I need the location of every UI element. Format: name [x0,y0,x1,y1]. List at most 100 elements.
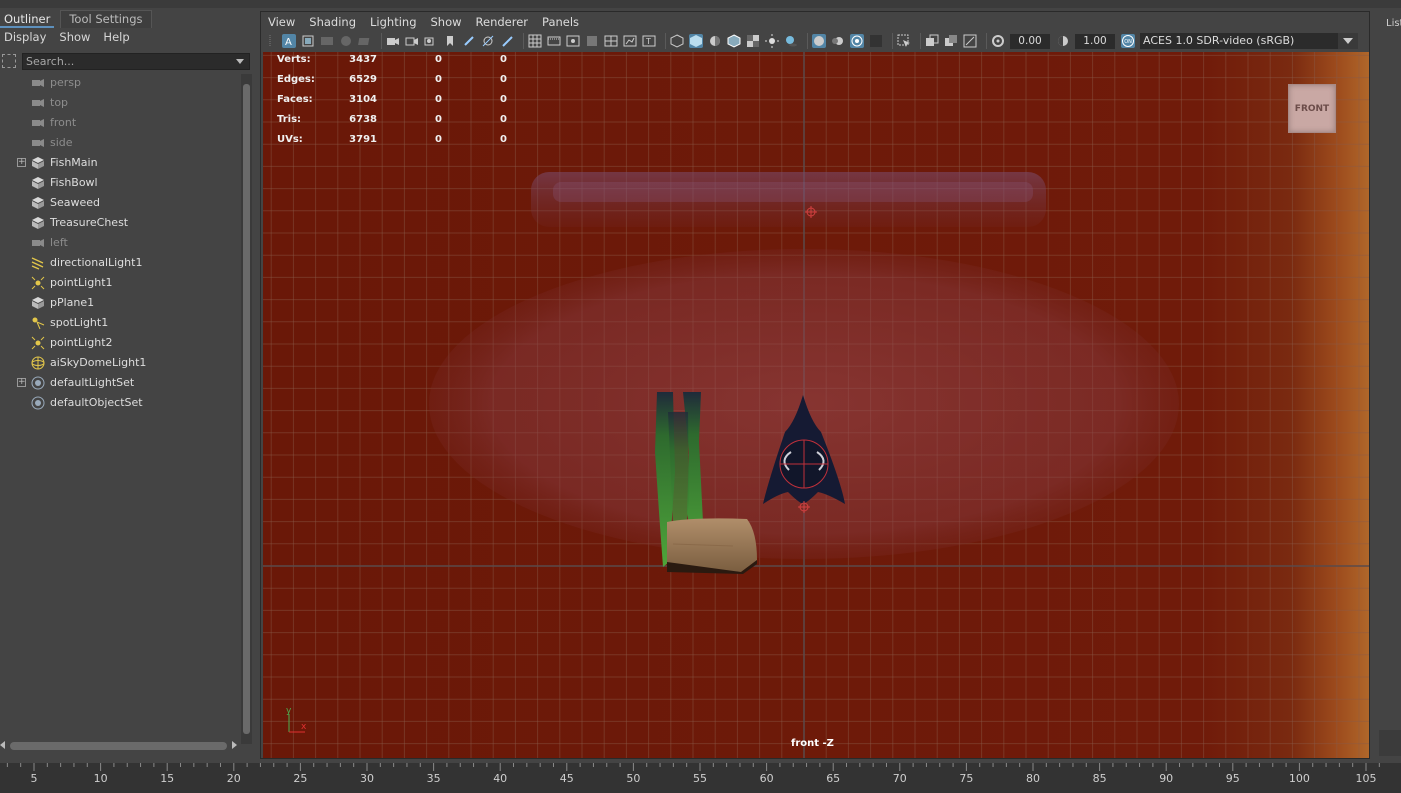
outliner-item-persp[interactable]: persp [0,73,240,93]
camera-attributes-icon[interactable] [386,34,400,48]
outliner-panel: Outliner Tool Settings Display Show Help… [0,8,256,760]
menu-panels[interactable]: Panels [535,13,586,31]
outliner-item-left[interactable]: left [0,233,240,253]
film-gate-icon[interactable] [339,34,353,48]
transform-icon [30,215,46,231]
field-chart-icon[interactable] [604,34,618,48]
multisample-aa-icon[interactable] [850,34,864,48]
safe-action-icon[interactable] [623,34,637,48]
textured-icon[interactable] [746,34,760,48]
shadows-icon[interactable] [784,34,798,48]
search-input[interactable] [22,53,250,70]
scrollbar-thumb[interactable] [10,742,227,750]
menu-show[interactable]: Show [424,13,469,31]
menu-display[interactable]: Display [0,30,50,46]
hud-value: 0 [435,54,442,65]
outliner-item-top[interactable]: top [0,93,240,113]
use-all-lights-icon[interactable] [765,34,779,48]
gamma-icon[interactable] [1056,34,1070,48]
motion-blur-icon[interactable] [831,34,845,48]
gate-mask-icon[interactable] [320,34,334,48]
film-gate-toggle-icon[interactable] [547,34,561,48]
viewport-3d[interactable]: Verts: 3437 0 0 Edges: 6529 0 0 Faces: 3104 0 0 Tris… [263,52,1369,758]
outliner-horizontal-scrollbar[interactable] [0,740,240,751]
resolution-gate-icon[interactable] [358,34,372,48]
menu-help[interactable]: Help [99,30,133,46]
time-slider[interactable]: 5 10 15 20 25 30 35 40 45 50 55 60 65 70 75 80 85 90 95 100… [0,763,1401,793]
paint-icon[interactable] [500,34,514,48]
xray-active-components-icon[interactable] [963,34,977,48]
hud-value: 3104 [349,94,377,105]
image-plane-icon[interactable] [424,34,438,48]
xray-toggle-icon[interactable] [925,34,939,48]
default-material-icon[interactable] [708,34,722,48]
resolution-gate-toggle-icon[interactable] [566,34,580,48]
xray-icon[interactable] [481,34,495,48]
camera-icon [30,95,46,111]
grip-icon [263,34,277,48]
outliner-item-pointlight1[interactable]: pointLight1 [0,273,240,293]
search-options-chevron-icon[interactable] [236,59,244,64]
hud-value: 0 [500,74,507,85]
scrollbar-thumb[interactable] [243,84,250,734]
filter-icon[interactable] [2,54,16,68]
outliner-item-label: directionalLight1 [50,256,143,269]
depth-of-field-icon[interactable] [869,34,883,48]
gamma-field[interactable]: 1.00 [1075,33,1115,49]
menu-shading[interactable]: Shading [302,13,363,31]
menu-show[interactable]: Show [55,30,94,46]
tab-outliner[interactable]: Outliner [0,10,55,28]
screen-space-ao-icon[interactable] [812,34,826,48]
toolbar-separator [920,33,921,49]
view-transform-select[interactable]: ACES 1.0 SDR-video (sRGB) [1140,33,1338,49]
outliner-item-spotlight1[interactable]: spotLight1 [0,313,240,333]
outliner-item-label: left [50,236,68,249]
bookmark-camera-icon[interactable] [405,34,419,48]
tab-tool-settings[interactable]: Tool Settings [60,10,152,28]
outliner-item-side[interactable]: side [0,133,240,153]
smooth-shade-icon[interactable] [689,34,703,48]
wireframe-on-shaded-icon[interactable] [727,34,741,48]
view-cube[interactable]: FRONT [1288,84,1336,133]
outliner-item-aiskydomelight1[interactable]: aiSkyDomeLight1 [0,353,240,373]
channel-box-panel: List [1376,8,1401,760]
color-management-toggle-icon[interactable]: ON [1121,34,1135,48]
time-tick-label: 55 [693,772,707,785]
xray-joints-icon[interactable] [944,34,958,48]
outliner-item-fishmain[interactable]: + FishMain [0,153,240,173]
safe-title-icon[interactable]: T [642,34,656,48]
isolate-select-icon[interactable] [897,34,911,48]
bookmark-icon[interactable] [443,34,457,48]
directional-light-icon [30,255,46,271]
expand-icon[interactable]: + [17,378,26,387]
outliner-item-pplane1[interactable]: pPlane1 [0,293,240,313]
outliner-item-fishbowl[interactable]: FishBowl [0,173,240,193]
view-transform-dropdown[interactable] [1338,33,1358,49]
list-label[interactable]: List [1386,18,1401,29]
outliner-item-defaultlightset[interactable]: + defaultLightSet [0,373,240,393]
outliner-item-directionallight1[interactable]: directionalLight1 [0,253,240,273]
grid-icon[interactable] [528,34,542,48]
right-panel-scroll[interactable] [1379,730,1401,756]
frame-icon[interactable] [301,34,315,48]
chevron-down-icon [1343,38,1353,44]
menu-view[interactable]: View [261,13,302,31]
exposure-field[interactable]: 0.00 [1010,33,1050,49]
outliner-vertical-scrollbar[interactable] [241,74,252,744]
grease-pencil-icon[interactable] [462,34,476,48]
outliner-item-label: TreasureChest [50,216,129,229]
outliner-item-pointlight2[interactable]: pointLight2 [0,333,240,353]
menu-lighting[interactable]: Lighting [363,13,423,31]
svg-text:A: A [285,37,292,47]
select-camera-icon[interactable]: A [282,34,296,48]
outliner-item-defaultobjectset[interactable]: defaultObjectSet [0,393,240,413]
expand-icon[interactable]: + [17,158,26,167]
wireframe-icon[interactable] [670,34,684,48]
treasure-chest[interactable] [667,518,757,574]
outliner-item-front[interactable]: front [0,113,240,133]
outliner-item-seaweed[interactable]: Seaweed [0,193,240,213]
gate-mask-toggle-icon[interactable] [585,34,599,48]
menu-renderer[interactable]: Renderer [469,13,536,31]
outliner-item-treasurechest[interactable]: TreasureChest [0,213,240,233]
exposure-icon[interactable] [991,34,1005,48]
